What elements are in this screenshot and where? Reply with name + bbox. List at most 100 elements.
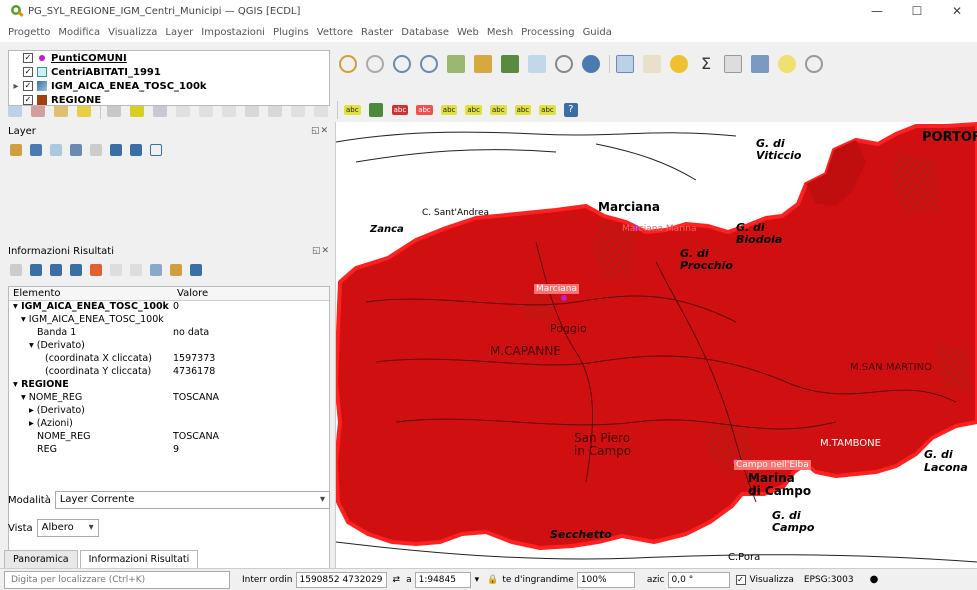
add-group-icon[interactable] — [30, 144, 42, 156]
layer-visibility-checkbox[interactable]: ✓ — [23, 67, 33, 77]
toolbox-icon[interactable] — [724, 55, 742, 73]
maximize-button[interactable]: ☐ — [897, 0, 937, 22]
crs-button[interactable]: EPSG:3003 — [804, 575, 854, 585]
layer-visibility-checkbox[interactable]: ✓ — [23, 53, 33, 63]
comune-marker[interactable] — [561, 295, 567, 301]
column-header-valore[interactable]: Valore — [173, 287, 208, 300]
label-tool-icon[interactable]: abc — [344, 105, 361, 115]
menu-mesh[interactable]: Mesh — [487, 27, 513, 38]
chevron-down-icon[interactable]: ▾ — [475, 575, 480, 585]
layer-item-punticomuni[interactable]: ✓ PuntiCOMUNI — [9, 51, 329, 65]
expand-all-icon[interactable] — [110, 144, 122, 156]
panel-float-close-icon[interactable]: ◱✕ — [311, 126, 329, 136]
zoom-native-icon[interactable] — [366, 55, 384, 73]
result-row[interactable]: Banda 1 no data — [9, 327, 329, 340]
result-row[interactable]: ▾ NOME_REG TOSCANA — [9, 392, 329, 405]
help-icon[interactable]: ? — [563, 103, 578, 117]
help-icon[interactable] — [190, 264, 202, 276]
expand-tree-icon[interactable] — [30, 264, 42, 276]
label-properties-icon[interactable]: abc — [539, 105, 556, 115]
view-select[interactable]: Albero — [36, 519, 99, 537]
filter-legend-icon[interactable] — [70, 144, 82, 156]
menu-raster[interactable]: Raster — [361, 27, 393, 38]
field-calculator-icon[interactable] — [670, 55, 688, 73]
menu-progetto[interactable]: Progetto — [8, 27, 50, 38]
lock-icon[interactable]: 🔒 — [487, 575, 498, 585]
menu-web[interactable]: Web — [457, 27, 479, 38]
new-bookmark-icon[interactable] — [447, 55, 465, 73]
scale-field[interactable]: 1:94845 — [414, 571, 471, 588]
rotation-field[interactable]: 0,0 ° — [667, 571, 730, 588]
layer-styling-icon[interactable] — [10, 144, 22, 156]
minimize-button[interactable]: — — [857, 0, 897, 22]
tab-informazioni-risultati[interactable]: Informazioni Risultati — [79, 550, 199, 568]
map-tips-icon[interactable] — [778, 55, 796, 73]
identify-features-icon[interactable] — [616, 55, 634, 73]
result-row[interactable]: ▾ REGIONE — [9, 379, 329, 392]
mode-select[interactable]: Layer Corrente — [54, 491, 330, 509]
menu-modifica[interactable]: Modifica — [58, 27, 100, 38]
result-row[interactable]: (coordinata X cliccata) 1597373 — [9, 353, 329, 366]
collapse-all-icon[interactable] — [130, 144, 142, 156]
result-row[interactable]: REG 9 — [9, 444, 329, 457]
result-row[interactable]: ▸ (Azioni) — [9, 418, 329, 431]
layer-item-regione[interactable]: ✓ REGIONE — [9, 93, 329, 105]
extents-toggle-icon[interactable]: ⇄ — [393, 575, 401, 585]
attribute-table-icon[interactable] — [643, 55, 661, 73]
regione-polygon[interactable] — [336, 122, 977, 550]
panel-float-close-icon[interactable]: ◱✕ — [312, 246, 330, 256]
statistics-sigma-icon[interactable]: Σ — [697, 55, 715, 73]
print-response-icon[interactable] — [130, 264, 142, 276]
copy-feature-icon[interactable] — [110, 264, 122, 276]
result-row[interactable]: ▸ (Derivato) — [9, 405, 329, 418]
layer-visibility-checkbox[interactable]: ✓ — [23, 95, 33, 105]
refresh-map-icon[interactable] — [582, 55, 600, 73]
result-row[interactable]: ▾ IGM_AICA_ENEA_TOSC_100k 0 — [9, 301, 329, 314]
menu-guida[interactable]: Guida — [583, 27, 612, 38]
menu-vettore[interactable]: Vettore — [317, 27, 353, 38]
column-header-elemento[interactable]: Elemento — [9, 287, 173, 300]
locator-search-input[interactable]: Digita per localizzare (Ctrl+K) — [4, 570, 230, 589]
layer-item-igm-raster[interactable]: ▸ ✓ IGM_AICA_ENEA_TOSC_100k — [9, 79, 329, 93]
menu-processing[interactable]: Processing — [521, 27, 574, 38]
coordinate-field[interactable]: 1590852 4732029 — [295, 571, 387, 588]
close-button[interactable]: ✕ — [937, 0, 977, 22]
magnifier-field[interactable]: 100% — [576, 571, 635, 588]
refresh-icon[interactable] — [528, 55, 546, 73]
identify-icon[interactable] — [10, 264, 22, 276]
clear-results-icon[interactable] — [90, 264, 102, 276]
filter-expression-icon[interactable] — [90, 144, 102, 156]
result-row[interactable]: (coordinata Y cliccata) 4736178 — [9, 366, 329, 379]
label-change-icon[interactable]: abc — [514, 105, 532, 115]
zoom-last-icon[interactable] — [393, 55, 411, 73]
menu-impostazioni[interactable]: Impostazioni — [201, 27, 265, 38]
messages-icon[interactable]: ● — [870, 574, 879, 585]
result-row[interactable]: NOME_REG TOSCANA — [9, 431, 329, 444]
show-bookmarks-icon[interactable] — [474, 55, 492, 73]
render-checkbox[interactable]: ✓ — [735, 574, 746, 585]
result-row[interactable]: ▾ (Derivato) — [9, 340, 329, 353]
label-move-icon[interactable]: abc — [465, 105, 482, 115]
collapse-tree-icon[interactable] — [50, 264, 62, 276]
temporal-controller-icon[interactable] — [501, 55, 519, 73]
menu-layer[interactable]: Layer — [165, 27, 193, 38]
expand-new-results-icon[interactable] — [70, 264, 82, 276]
zoom-next-icon[interactable] — [420, 55, 438, 73]
label-rotate-icon[interactable]: abc — [489, 105, 507, 115]
map-render[interactable] — [336, 122, 977, 568]
result-row[interactable]: ▾ IGM_AICA_ENEA_TOSC_100k — [9, 314, 329, 327]
layer-item-centriabitati[interactable]: ✓ CentriABITATI_1991 — [9, 65, 329, 79]
tab-panoramica[interactable]: Panoramica — [4, 550, 78, 568]
zoom-to-layer-icon[interactable] — [339, 55, 357, 73]
layer-expander[interactable]: ▸ — [9, 81, 23, 92]
label-pin-icon[interactable]: abc — [416, 105, 433, 115]
label-highlight-icon[interactable]: abc — [391, 105, 409, 115]
measure-line-icon[interactable] — [751, 55, 769, 73]
identify-mode-icon[interactable] — [150, 264, 162, 276]
settings-icon[interactable] — [170, 264, 182, 276]
map-canvas[interactable]: PORTOF G. di Viticcio Marciana Marciana … — [336, 122, 977, 568]
search-icon[interactable] — [805, 55, 823, 73]
remove-layer-icon[interactable] — [150, 144, 162, 156]
menu-plugins[interactable]: Plugins — [273, 27, 309, 38]
menu-visualizza[interactable]: Visualizza — [108, 27, 157, 38]
